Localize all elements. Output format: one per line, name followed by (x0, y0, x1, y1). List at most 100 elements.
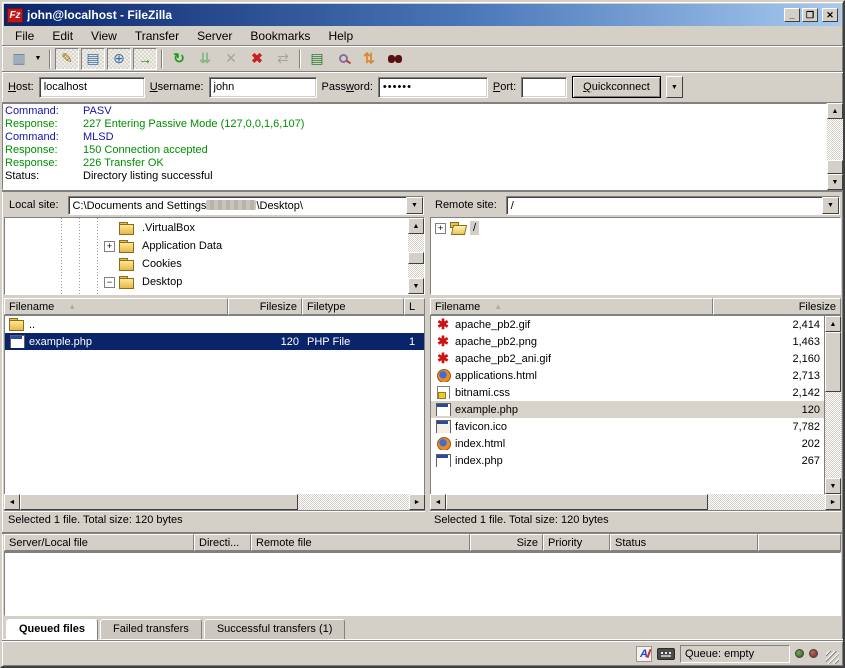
toggle-remote-tree-icon[interactable]: ⊕ (107, 48, 131, 70)
menu-item[interactable]: Server (188, 27, 241, 45)
column-header[interactable]: Filetype▲ (302, 298, 404, 315)
file-type-icon (9, 335, 25, 348)
local-hscrollbar[interactable]: ◄ ► (4, 494, 425, 510)
file-row[interactable]: applications.html 2,713 (431, 367, 824, 384)
scroll-left-icon[interactable]: ◄ (4, 494, 20, 510)
scroll-down-icon[interactable]: ▼ (827, 174, 843, 190)
remote-hscrollbar[interactable]: ◄ ► (430, 494, 841, 510)
scroll-down-icon[interactable]: ▼ (825, 478, 841, 494)
close-button[interactable]: ✕ (822, 8, 838, 22)
quickconnect-dropdown-icon[interactable]: ▼ (666, 76, 683, 98)
menu-item[interactable]: Bookmarks (241, 27, 319, 45)
combo-dropdown-icon[interactable]: ▼ (822, 197, 839, 214)
tree-item[interactable]: .VirtualBox (5, 219, 408, 237)
column-header[interactable]: L▲ (404, 298, 425, 315)
log-scrollbar[interactable]: ▲ ▼ (827, 103, 843, 190)
remote-path-combo[interactable]: / ▼ (506, 196, 840, 215)
directory-compare-icon[interactable] (331, 48, 355, 70)
quickconnect-button[interactable]: Quickconnect (572, 76, 661, 98)
scroll-left-icon[interactable]: ◄ (430, 494, 446, 510)
tree-expander-icon[interactable]: + (104, 241, 115, 252)
tree-item[interactable]: + Application Data (5, 237, 408, 255)
host-input[interactable]: localhost (39, 77, 145, 98)
scroll-up-icon[interactable]: ▲ (825, 316, 841, 332)
column-header[interactable]: Server/Local file (4, 534, 194, 551)
scroll-thumb[interactable] (20, 494, 298, 510)
scroll-thumb[interactable] (827, 160, 843, 174)
disconnect-icon[interactable]: ✖ (245, 48, 269, 70)
tree-expander-icon[interactable]: + (435, 223, 446, 234)
column-header[interactable]: Size (470, 534, 543, 551)
scroll-up-icon[interactable]: ▲ (827, 103, 843, 119)
data-type-ascii-icon[interactable]: A (636, 646, 652, 662)
log-line: Response:226 Transfer OK (5, 157, 826, 170)
remote-list-scrollbar[interactable]: ▲ ▼ (825, 316, 841, 494)
scroll-down-icon[interactable]: ▼ (408, 278, 424, 294)
log-line: Command:PASV (5, 105, 826, 118)
toggle-local-tree-icon[interactable]: ▤ (81, 48, 105, 70)
scroll-thumb[interactable] (446, 494, 708, 510)
find-files-icon[interactable] (383, 48, 407, 70)
menu-item[interactable]: Help (319, 27, 362, 45)
username-input[interactable]: john (209, 77, 317, 98)
column-header[interactable]: Filename▲ (430, 298, 713, 315)
column-header[interactable]: Filesize▲ (228, 298, 302, 315)
toggle-queue-icon[interactable]: → (133, 48, 157, 70)
resize-grip[interactable] (826, 651, 839, 664)
cancel-operation-icon[interactable]: ✕ (219, 48, 243, 70)
scroll-up-icon[interactable]: ▲ (408, 218, 424, 234)
scroll-right-icon[interactable]: ► (409, 494, 425, 510)
port-label: Port: (493, 81, 516, 93)
remote-tree-panel: + / (430, 217, 841, 295)
tree-item[interactable]: Cookies (5, 255, 408, 273)
toggle-message-log-icon[interactable]: ✎ (55, 48, 79, 70)
file-row[interactable]: apache_pb2.png 1,463 (431, 333, 824, 350)
process-queue-icon[interactable]: ⇊ (193, 48, 217, 70)
minimize-button[interactable]: _ (784, 8, 800, 22)
site-manager-dropdown-icon[interactable]: ▼ (31, 48, 45, 70)
refresh-icon[interactable]: ↻ (167, 48, 191, 70)
column-header[interactable]: Filename▲ (4, 298, 228, 315)
menu-item[interactable]: File (6, 27, 43, 45)
queue-tab[interactable]: Queued files (6, 619, 98, 640)
column-header[interactable]: Directi... (194, 534, 251, 551)
file-row[interactable]: example.php 120 PHP File 1 (5, 333, 424, 350)
local-tree-scrollbar[interactable]: ▲ ▼ (408, 218, 424, 294)
password-input[interactable]: •••••• (378, 77, 488, 98)
menu-item[interactable]: Edit (43, 27, 82, 45)
filter-icon[interactable]: ▤ (305, 48, 329, 70)
column-header[interactable]: Priority (543, 534, 610, 551)
column-header[interactable]: Status (610, 534, 758, 551)
tree-item[interactable]: − Desktop (5, 273, 408, 291)
speed-limit-icon[interactable] (657, 648, 675, 660)
local-selection-status: Selected 1 file. Total size: 120 bytes (4, 510, 425, 530)
scroll-thumb[interactable] (825, 332, 841, 392)
maximize-button[interactable]: ❐ (802, 8, 818, 22)
reconnect-icon[interactable]: ⇄ (271, 48, 295, 70)
column-header[interactable]: Remote file (251, 534, 470, 551)
column-header[interactable]: Filesize▲ (713, 298, 841, 315)
queue-tab[interactable]: Failed transfers (100, 619, 202, 639)
combo-dropdown-icon[interactable]: ▼ (406, 197, 423, 214)
local-directory-tree: .VirtualBox + Application Data (5, 218, 408, 294)
scroll-right-icon[interactable]: ► (825, 494, 841, 510)
file-row[interactable]: index.html 202 (431, 435, 824, 452)
file-row[interactable]: apache_pb2.gif 2,414 (431, 316, 824, 333)
queue-tab[interactable]: Successful transfers (1) (204, 619, 346, 639)
file-row[interactable]: bitnami.css 2,142 (431, 384, 824, 401)
port-input[interactable] (521, 77, 567, 98)
tree-expander-icon[interactable]: − (104, 277, 115, 288)
file-row[interactable]: .. (5, 316, 424, 333)
menu-item[interactable]: Transfer (126, 27, 188, 45)
local-path-combo[interactable]: C:\Documents and Settings\Desktop\ ▼ (68, 196, 424, 215)
file-row[interactable]: favicon.ico 7,782 (431, 418, 824, 435)
scroll-thumb[interactable] (408, 252, 424, 264)
toolbar-separator (299, 49, 301, 69)
synchronized-browsing-icon[interactable]: ⇅ (357, 48, 381, 70)
menu-item[interactable]: View (82, 27, 126, 45)
file-row[interactable]: index.php 267 (431, 452, 824, 469)
site-manager-icon[interactable]: ▥ (7, 48, 31, 70)
file-row[interactable]: example.php 120 (431, 401, 824, 418)
file-row[interactable]: apache_pb2_ani.gif 2,160 (431, 350, 824, 367)
tree-item[interactable]: + / (431, 219, 840, 237)
